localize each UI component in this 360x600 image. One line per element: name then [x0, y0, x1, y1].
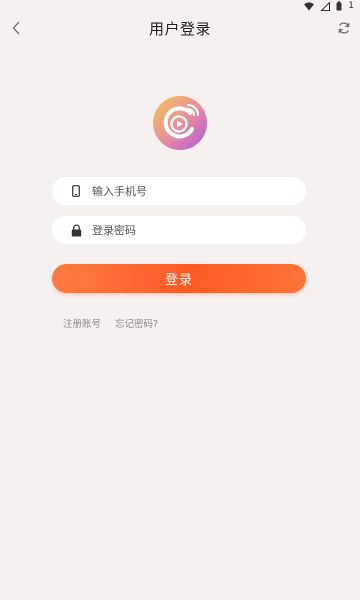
register-link[interactable]: 注册账号 [63, 316, 101, 330]
phone-input[interactable] [92, 184, 282, 198]
chevron-left-icon [12, 21, 20, 35]
password-field[interactable] [52, 216, 306, 244]
status-bar: 1 [0, 0, 360, 12]
refresh-icon [338, 22, 350, 34]
battery-icon [336, 1, 342, 11]
top-app-bar: 用户登录 [0, 12, 360, 44]
back-button[interactable] [4, 16, 28, 40]
password-input[interactable] [92, 223, 282, 237]
refresh-button[interactable] [332, 16, 356, 40]
app-logo [152, 95, 208, 151]
auth-links: 注册账号 忘记密码? [63, 316, 158, 330]
login-screen: 1 用户登录 输入手机号 登录 注册账号 忘记密码? [0, 0, 360, 600]
login-button[interactable]: 登录 [52, 264, 306, 293]
lock-icon [70, 223, 82, 237]
wifi-icon [304, 1, 315, 10]
play-logo-icon [153, 96, 207, 150]
page-title: 用户登录 [148, 19, 211, 38]
battery-level-text: 1 [348, 1, 354, 11]
phone-icon [70, 184, 82, 198]
forgot-password-link[interactable]: 忘记密码? [115, 316, 158, 330]
phone-field[interactable] [52, 177, 306, 205]
signal-icon [320, 1, 331, 11]
